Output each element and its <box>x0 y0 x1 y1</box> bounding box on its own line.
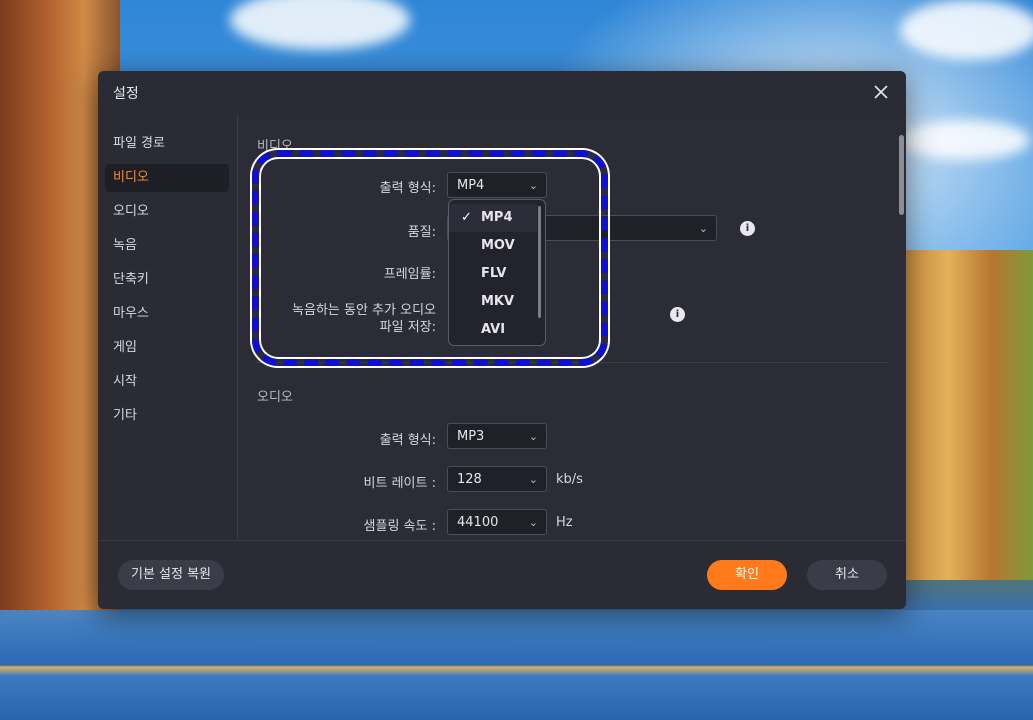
info-icon[interactable]: i <box>740 221 755 236</box>
bitrate-unit: kb/s <box>556 472 583 487</box>
samplerate-value: 44100 <box>457 515 499 530</box>
samplerate-unit: Hz <box>556 515 573 530</box>
sidebar-item-hotkeys[interactable]: 단축키 <box>105 266 229 294</box>
info-icon[interactable]: i <box>670 307 685 322</box>
audio-output-format-label: 출력 형식: <box>379 433 436 448</box>
background-cliff-right <box>893 250 1033 580</box>
dropdown-option-mp4[interactable]: ✓ MP4 <box>449 204 537 232</box>
sidebar-item-video[interactable]: 비디오 <box>105 164 229 192</box>
dialog-titlebar: 설정 <box>98 71 906 115</box>
settings-sidebar: 파일 경로 비디오 오디오 녹음 단축키 마우스 게임 시작 기타 <box>98 115 238 541</box>
dropdown-option-mov[interactable]: MOV <box>449 232 537 260</box>
background-cloud <box>230 0 410 50</box>
dropdown-option-avi[interactable]: AVI <box>449 316 537 344</box>
sidebar-item-recording[interactable]: 녹음 <box>105 232 229 260</box>
sidebar-item-other[interactable]: 기타 <box>105 402 229 430</box>
dropdown-option-mkv[interactable]: MKV <box>449 288 537 316</box>
sidebar-item-file-path[interactable]: 파일 경로 <box>105 130 229 158</box>
background-cloud <box>900 0 1033 60</box>
chevron-down-icon: ⌄ <box>528 516 538 529</box>
background-cloud <box>900 120 1030 160</box>
background-water <box>0 610 1033 720</box>
sidebar-item-mouse[interactable]: 마우스 <box>105 300 229 328</box>
dialog-footer: 기본 설정 복원 확인 취소 <box>98 540 906 609</box>
samplerate-select[interactable]: 44100 ⌄ <box>447 509 547 535</box>
samplerate-label: 샘플링 속도 : <box>363 519 436 534</box>
check-icon: ✓ <box>461 210 472 225</box>
bitrate-select[interactable]: 128 ⌄ <box>447 466 547 492</box>
chevron-down-icon: ⌄ <box>528 473 538 486</box>
sidebar-item-audio[interactable]: 오디오 <box>105 198 229 226</box>
chevron-down-icon: ⌄ <box>698 222 708 235</box>
bitrate-label: 비트 레이트 : <box>363 476 436 491</box>
close-icon[interactable] <box>870 81 892 103</box>
dropdown-scrollbar[interactable] <box>538 206 541 318</box>
reset-defaults-button[interactable]: 기본 설정 복원 <box>118 560 224 590</box>
sidebar-item-startup[interactable]: 시작 <box>105 368 229 396</box>
chevron-down-icon: ⌄ <box>528 430 538 443</box>
format-dropdown-list: ✓ MP4 MOV FLV MKV AVI <box>448 199 546 346</box>
dropdown-option-flv[interactable]: FLV <box>449 260 537 288</box>
audio-section-label: 오디오 <box>257 390 293 405</box>
cancel-button[interactable]: 취소 <box>807 560 887 590</box>
audio-output-format-value: MP3 <box>457 429 485 444</box>
bitrate-value: 128 <box>457 472 482 487</box>
highlight-annotation <box>252 150 608 366</box>
content-scrollbar[interactable] <box>899 135 904 215</box>
audio-output-format-select[interactable]: MP3 ⌄ <box>447 423 547 449</box>
ok-button[interactable]: 확인 <box>707 560 787 590</box>
dialog-title: 설정 <box>113 86 139 102</box>
sidebar-item-game[interactable]: 게임 <box>105 334 229 362</box>
